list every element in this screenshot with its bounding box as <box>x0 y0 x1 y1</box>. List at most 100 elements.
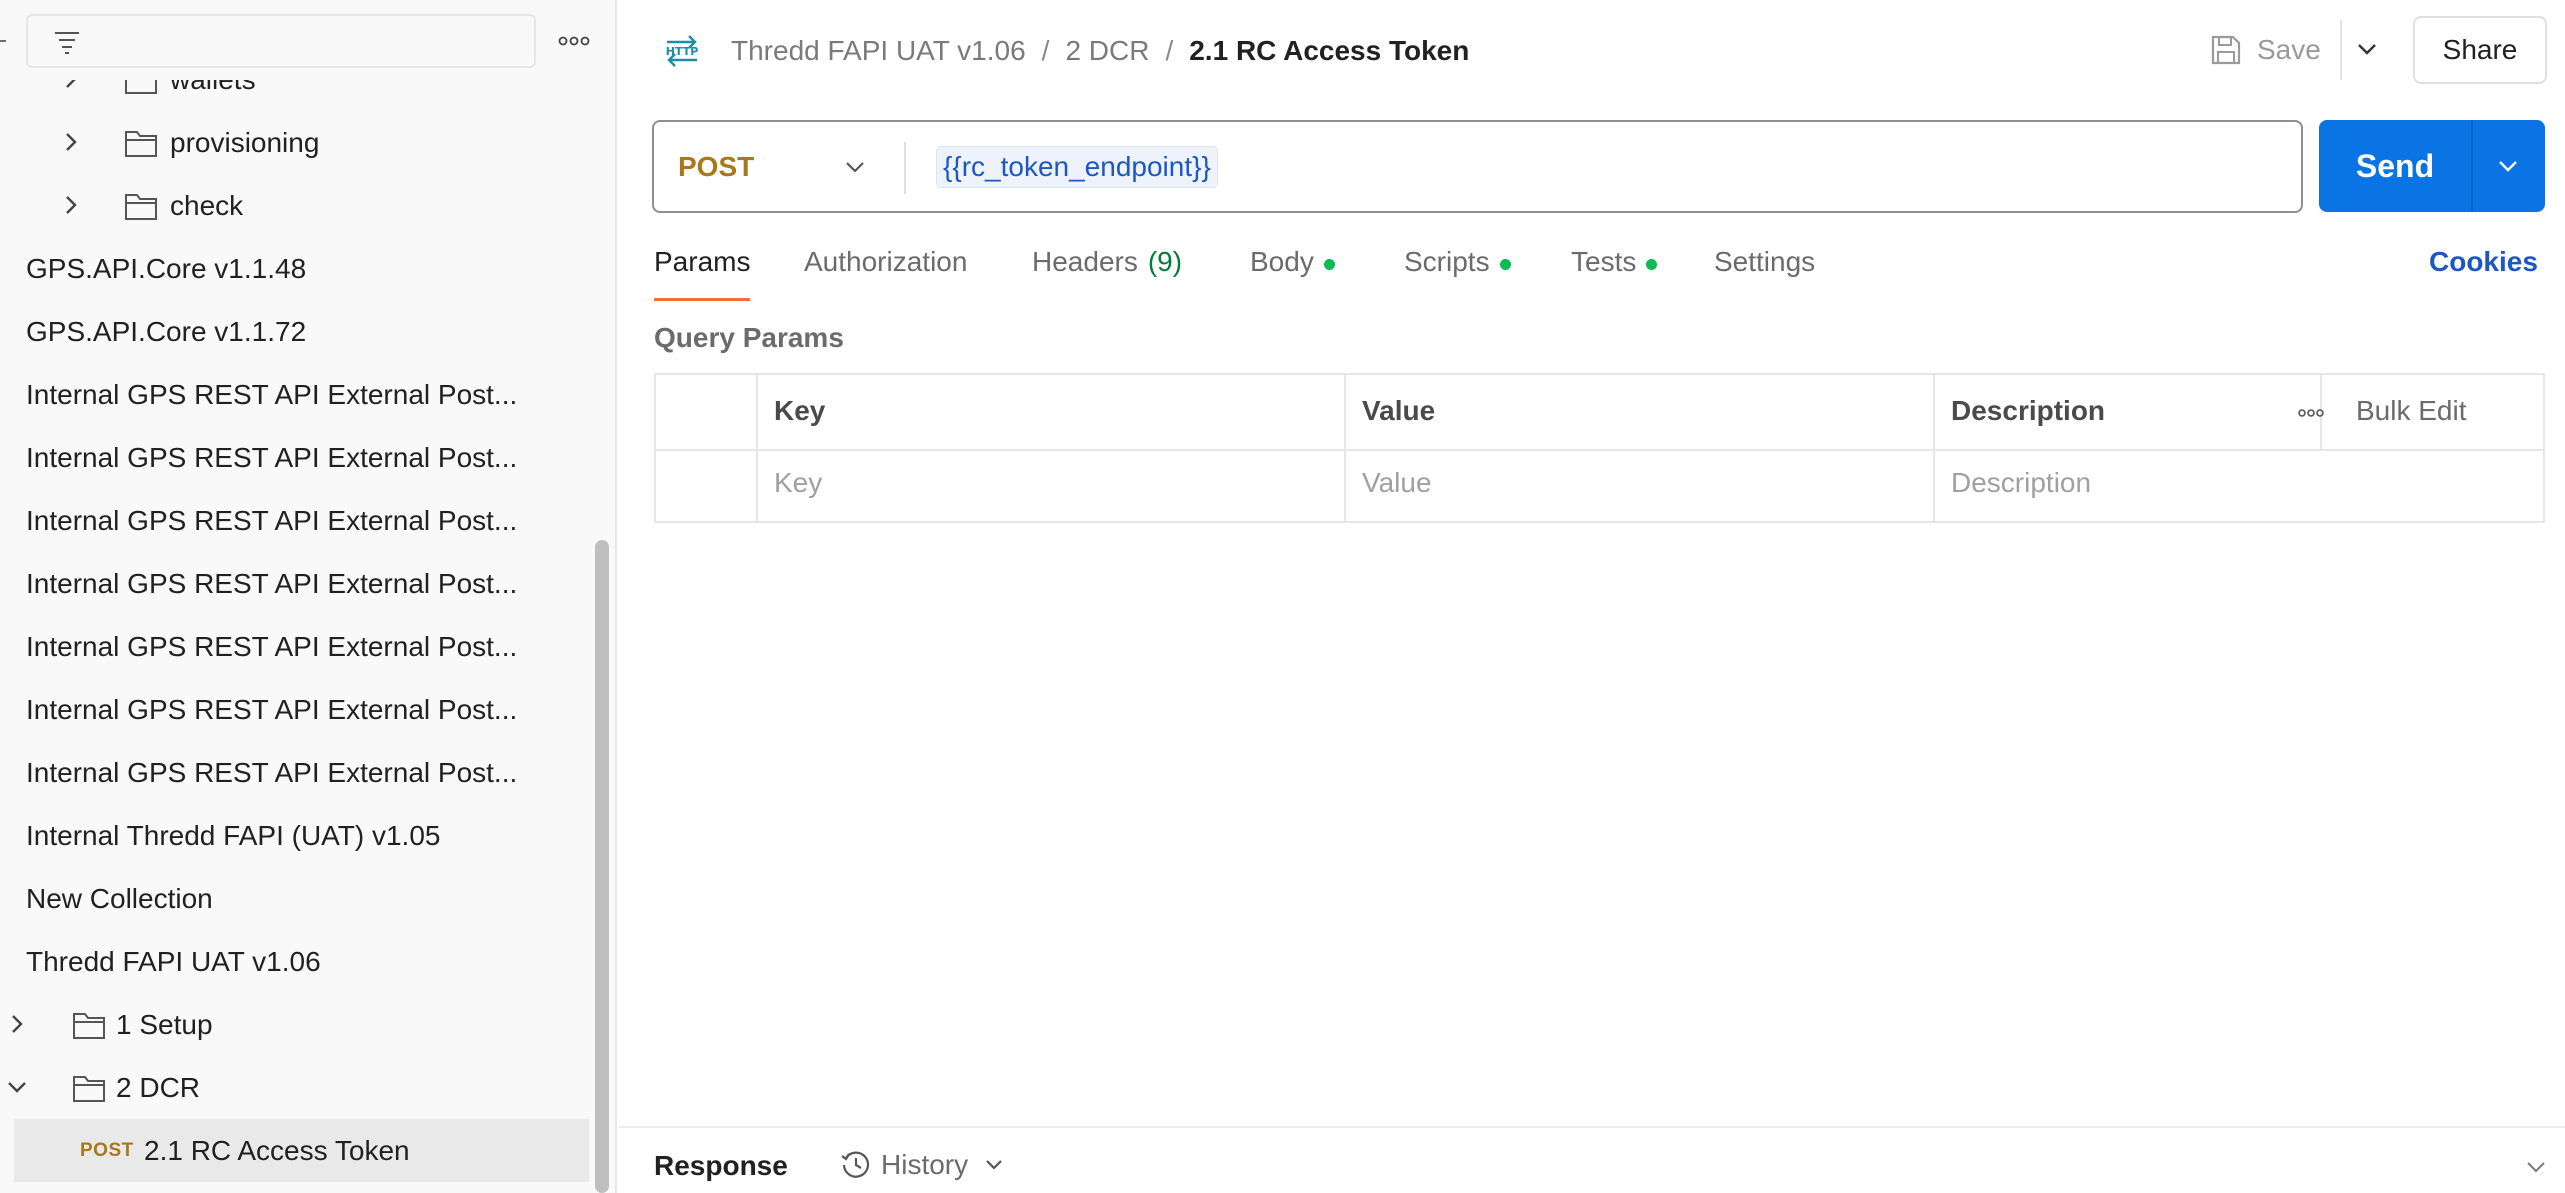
cookies-link[interactable]: Cookies <box>2429 246 2538 278</box>
sidebar-item-label: 2.1 RC Access Token <box>144 1134 410 1166</box>
divider <box>2340 20 2342 80</box>
sidebar-collection[interactable]: GPS.API.Core v1.1.72 <box>0 300 590 363</box>
history-button[interactable]: History <box>839 1146 1006 1184</box>
chevron-down-icon <box>986 1160 1002 1170</box>
sidebar-item-label: Internal GPS REST API External Post... <box>26 693 518 725</box>
tab-params[interactable]: Params <box>654 246 750 302</box>
history-label: History <box>881 1149 969 1180</box>
sidebar-scrollbar[interactable] <box>595 540 609 1193</box>
tab-label: Scripts <box>1404 246 1490 277</box>
method-dropdown[interactable]: POST <box>654 122 904 211</box>
tab-label: Settings <box>1714 246 1816 277</box>
column-header-description: Description <box>1951 395 2106 426</box>
breadcrumb-separator: / <box>1041 35 1050 66</box>
tab-label: Headers <box>1032 246 1138 277</box>
sidebar-item-2-dcr[interactable]: 2 DCR <box>0 1056 590 1119</box>
tab-body[interactable]: Body <box>1250 246 1335 302</box>
sidebar-item-label: Internal GPS REST API External Post... <box>26 756 518 788</box>
sidebar-item-label: New Collection <box>26 882 213 914</box>
sidebar-item-label: GPS.API.Core v1.1.48 <box>26 252 307 284</box>
folder-icon <box>125 131 157 157</box>
breadcrumb-collection[interactable]: Thredd FAPI UAT v1.06 <box>731 35 1026 67</box>
filter-input[interactable] <box>26 14 536 68</box>
sidebar-item-label: Internal Thredd FAPI (UAT) v1.05 <box>26 819 441 851</box>
sidebar-item-label: 1 Setup <box>116 1008 213 1040</box>
url-input[interactable]: {{rc_token_endpoint}} <box>936 146 1218 188</box>
folder-icon <box>73 1076 105 1102</box>
save-icon <box>2211 35 2241 65</box>
sidebar-item-label: Internal GPS REST API External Post... <box>26 567 518 599</box>
tab-label: Tests <box>1571 246 1637 277</box>
request-editor: HTTP Thredd FAPI UAT v1.06 / 2 DCR / 2.1… <box>619 0 2565 1193</box>
query-params-table: Key Value Description Bulk Edit Key Valu… <box>654 373 2545 523</box>
divider <box>2471 120 2473 212</box>
sidebar-collection[interactable]: Thredd FAPI UAT v1.06 <box>0 930 590 993</box>
sidebar-collection[interactable]: GPS.API.Core v1.1.48 <box>0 237 590 300</box>
sidebar-collection[interactable]: Internal GPS REST API External Post... <box>0 489 590 552</box>
chevron-right-icon <box>12 1015 23 1033</box>
chevron-right-icon <box>66 196 77 214</box>
sidebar-item-label: Internal GPS REST API External Post... <box>26 504 518 536</box>
send-button[interactable]: Send <box>2319 120 2545 212</box>
sidebar-item-provisioning[interactable]: provisioning <box>0 111 590 174</box>
save-button[interactable]: Save <box>2209 26 2321 74</box>
tab-label: Authorization <box>804 246 968 277</box>
more-options-icon[interactable] <box>2296 401 2326 425</box>
breadcrumb: Thredd FAPI UAT v1.06 / 2 DCR / 2.1 RC A… <box>731 30 1469 72</box>
sidebar-collection[interactable]: Internal GPS REST API External Post... <box>0 552 590 615</box>
sidebar-item-label: Internal GPS REST API External Post... <box>26 378 518 410</box>
tab-authorization[interactable]: Authorization <box>804 246 967 302</box>
sidebar-item-label: Internal GPS REST API External Post... <box>26 630 518 662</box>
tab-label: Body <box>1250 246 1314 277</box>
divider <box>1344 375 1346 521</box>
breadcrumb-folder[interactable]: 2 DCR <box>1065 35 1149 67</box>
history-icon <box>841 1151 870 1178</box>
tab-headers[interactable]: Headers (9) <box>1032 246 1182 302</box>
column-header-key: Key <box>774 395 826 426</box>
chevron-down-icon[interactable] <box>2523 1154 2549 1180</box>
sidebar-item-label: 2 DCR <box>116 1071 201 1103</box>
sidebar-collection[interactable]: Internal GPS REST API External Post... <box>0 741 590 804</box>
status-dot <box>1499 259 1511 270</box>
collapse-indicator <box>0 40 6 42</box>
sidebar-collection[interactable]: New Collection <box>0 867 590 930</box>
sidebar-item-1-setup[interactable]: 1 Setup <box>0 993 590 1056</box>
chevron-down-icon[interactable] <box>2495 153 2521 179</box>
share-button[interactable]: Share <box>2413 16 2547 84</box>
sidebar-item-label: provisioning <box>170 126 320 158</box>
method-label: POST <box>678 150 755 182</box>
method-badge: POST <box>80 1139 134 1161</box>
chevron-right-icon <box>66 133 77 151</box>
active-tab-indicator <box>654 298 750 301</box>
filter-icon <box>55 32 79 54</box>
tab-scripts[interactable]: Scripts <box>1404 246 1511 302</box>
divider <box>1933 375 1935 521</box>
tab-tests[interactable]: Tests <box>1571 246 1658 302</box>
chevron-down-icon <box>846 162 864 173</box>
folder-icon <box>73 1013 105 1039</box>
http-icon: HTTP <box>666 35 698 67</box>
sidebar-collection[interactable]: Internal GPS REST API External Post... <box>0 426 590 489</box>
sidebar-collection[interactable]: Internal GPS REST API External Post... <box>0 363 590 426</box>
response-title[interactable]: Response <box>654 1150 788 1182</box>
sidebar-collection[interactable]: Internal GPS REST API External Post... <box>0 615 590 678</box>
send-label[interactable]: Send <box>2319 120 2471 212</box>
breadcrumb-request[interactable]: 2.1 RC Access Token <box>1189 35 1469 67</box>
sidebar-item-label: GPS.API.Core v1.1.72 <box>26 315 307 347</box>
key-input[interactable]: Key <box>774 467 822 499</box>
sidebar: wallets provisioning check GPS.API.Core … <box>0 0 617 1193</box>
folder-icon <box>125 194 157 220</box>
url-bar: POST {{rc_token_endpoint}} <box>652 120 2303 213</box>
description-input[interactable]: Description <box>1951 467 2091 499</box>
sidebar-item-rc-access-token[interactable]: POST 2.1 RC Access Token <box>14 1119 589 1182</box>
sidebar-collection[interactable]: Internal GPS REST API External Post... <box>0 678 590 741</box>
sidebar-collection[interactable]: Internal Thredd FAPI (UAT) v1.05 <box>0 804 590 867</box>
sidebar-item-label: check <box>170 189 244 221</box>
bulk-edit-button[interactable]: Bulk Edit <box>2356 395 2467 427</box>
divider <box>756 375 758 521</box>
sidebar-item-check[interactable]: check <box>0 174 590 237</box>
tab-settings[interactable]: Settings <box>1714 246 1815 302</box>
chevron-down-icon[interactable] <box>2354 36 2380 62</box>
more-options-icon[interactable] <box>556 24 592 58</box>
value-input[interactable]: Value <box>1362 467 1432 499</box>
